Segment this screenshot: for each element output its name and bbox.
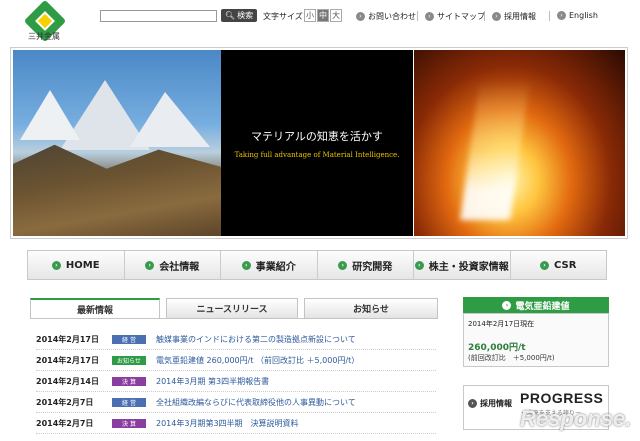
nav-research-label: 研究開発 — [352, 261, 393, 273]
font-size-small[interactable]: 小 — [304, 9, 316, 22]
news-date: 2014年2月7日 — [36, 419, 94, 428]
nav-home-label: HOME — [65, 259, 100, 271]
english-link[interactable]: › English — [557, 11, 598, 20]
news-row: 2014年2月17日 経 営 触媒事業のインドにおける第二の製造拠点新設について — [36, 330, 436, 350]
font-size-large[interactable]: 大 — [330, 9, 342, 22]
news-link[interactable]: 2014年3月期 第3四半期報告書 — [156, 376, 269, 387]
recruit-banner-label: › 採用情報 — [468, 398, 512, 409]
category-badge: 経 営 — [112, 335, 146, 344]
snow-peak — [130, 92, 210, 147]
arrow-icon: › — [414, 260, 424, 270]
global-nav: › HOME › 会社情報 › 事業紹介 › 研究開発 › 株主・投資家情報 › CSR — [27, 250, 607, 280]
arrow-icon: › — [51, 260, 61, 270]
zinc-price-value: 260,000円/t — [468, 343, 526, 353]
divider — [549, 11, 550, 21]
nav-business-label: 事業紹介 — [255, 261, 296, 273]
nav-investors[interactable]: › 株主・投資家情報 — [414, 251, 511, 279]
zinc-price-header[interactable]: › 電気亜鉛建値 — [463, 297, 609, 313]
sitemap-link-label: サイトマップ — [437, 12, 485, 21]
nav-investors-label: 株主・投資家情報 — [428, 261, 509, 273]
news-link[interactable]: 触媒事業のインドにおける第二の製造拠点新設について — [156, 334, 356, 345]
search-input[interactable] — [100, 10, 217, 22]
zinc-price-title: 電気亜鉛建値 — [515, 301, 570, 312]
font-size-medium[interactable]: 中 — [317, 9, 329, 22]
news-row: 2014年2月7日 経 営 全社組織改編ならびに代表取締役他の人事異動について — [36, 393, 436, 413]
arrow-icon: › — [557, 11, 566, 20]
news-row: 2014年2月14日 決 算 2014年3月期 第3四半期報告書 — [36, 372, 436, 392]
news-date: 2014年2月17日 — [36, 356, 99, 365]
progress-logo: PROGRESS — [520, 390, 604, 406]
logo-text: 三井金属 — [28, 32, 60, 41]
zinc-price-date: 2014年2月17日現在 — [468, 320, 535, 328]
search-button[interactable]: 🔍︎ 検索 — [221, 9, 257, 22]
arrow-icon: › — [241, 260, 251, 270]
recruit-link[interactable]: › 採用情報 — [492, 11, 536, 22]
news-row: 2014年2月17日 お知らせ 電気亜鉛建値 260,000円/t （前回改訂比… — [36, 351, 436, 371]
tab-notices[interactable]: お知らせ — [304, 298, 438, 318]
news-link[interactable]: 2014年3月期第3四半期 決算説明資料 — [156, 418, 299, 429]
divider — [484, 11, 485, 21]
category-badge: お知らせ — [112, 356, 146, 365]
sitemap-link[interactable]: › サイトマップ — [425, 11, 485, 22]
nav-csr-label: CSR — [554, 259, 577, 271]
font-size-label: 文字サイズ — [263, 12, 303, 21]
tagline-jp: マテリアルの知恵を活かす — [251, 130, 383, 143]
arrow-icon: › — [540, 260, 550, 270]
nav-company[interactable]: › 会社情報 — [125, 251, 221, 279]
english-link-label: English — [569, 11, 598, 20]
tab-latest[interactable]: 最新情報 — [30, 298, 160, 318]
arrow-icon: › — [338, 260, 348, 270]
snow-peak — [20, 90, 80, 140]
nav-home[interactable]: › HOME — [28, 251, 125, 279]
search-icon: 🔍︎ — [224, 11, 236, 20]
recruit-link-label: 採用情報 — [504, 12, 536, 21]
arrow-icon: › — [502, 300, 512, 310]
nav-business[interactable]: › 事業紹介 — [221, 251, 318, 279]
arrow-icon: › — [145, 260, 155, 270]
news-date: 2014年2月17日 — [36, 335, 99, 344]
search-button-label: 検索 — [237, 11, 254, 20]
arrow-icon: › — [468, 399, 477, 408]
arrow-icon: › — [425, 12, 434, 21]
divider — [417, 11, 418, 21]
news-date: 2014年2月14日 — [36, 377, 99, 386]
arrow-icon: › — [492, 12, 501, 21]
contact-link-label: お問い合わせ — [368, 12, 416, 21]
nav-company-label: 会社情報 — [159, 261, 200, 273]
tab-news-release[interactable]: ニュースリリース — [166, 298, 298, 318]
news-link[interactable]: 全社組織改編ならびに代表取締役他の人事異動について — [156, 397, 356, 408]
tagline-en: Taking full advantage of Material Intell… — [234, 151, 400, 159]
contact-link[interactable]: › お問い合わせ — [356, 11, 416, 22]
zinc-price-change: (前回改訂比 ＋5,000円/t) — [468, 354, 555, 362]
category-badge: 決 算 — [112, 377, 146, 386]
news-link[interactable]: 電気亜鉛建値 260,000円/t （前回改訂比 ＋5,000円/t） — [156, 355, 359, 366]
watermark: Response. — [520, 406, 632, 431]
category-badge: 経 営 — [112, 398, 146, 407]
nav-research[interactable]: › 研究開発 — [318, 251, 414, 279]
recruit-label-text: 採用情報 — [480, 399, 512, 408]
news-row: 2014年2月7日 決 算 2014年3月期第3四半期 決算説明資料 — [36, 414, 436, 434]
arrow-icon: › — [356, 12, 365, 21]
news-date: 2014年2月7日 — [36, 398, 94, 407]
nav-csr[interactable]: › CSR — [511, 251, 607, 279]
tab-underline — [30, 318, 438, 319]
category-badge: 決 算 — [112, 419, 146, 428]
